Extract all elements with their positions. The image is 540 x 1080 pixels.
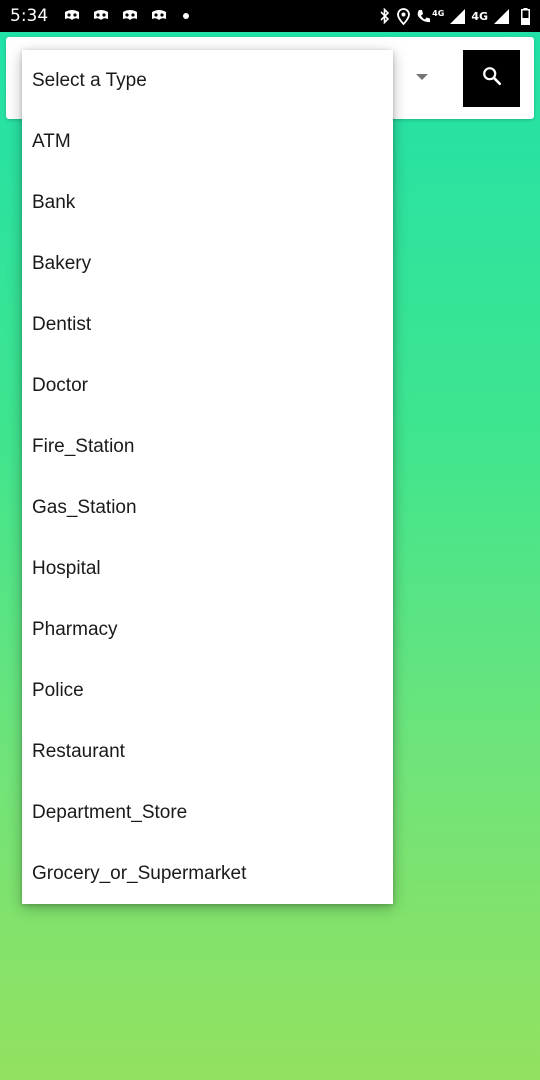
status-time: 5:34 [10, 6, 49, 26]
dropdown-item-department-store[interactable]: Department_Store [22, 782, 393, 843]
dropdown-item-restaurant[interactable]: Restaurant [22, 721, 393, 782]
type-dropdown-menu: Select a Type ATM Bank Bakery Dentist Do… [22, 50, 393, 904]
signal-icon [494, 8, 509, 24]
dropdown-item-label: Bakery [32, 252, 92, 274]
dropdown-item-doctor[interactable]: Doctor [22, 355, 393, 416]
dropdown-item-label: Dentist [32, 313, 92, 335]
dropdown-item-label: Bank [32, 191, 76, 213]
battery-icon [521, 7, 530, 25]
network-label: 4G [432, 8, 445, 18]
dropdown-item-select-a-type[interactable]: Select a Type [22, 50, 393, 111]
dropdown-item-dentist[interactable]: Dentist [22, 294, 393, 355]
notification-app-icon [150, 9, 168, 23]
dropdown-item-label: ATM [32, 130, 71, 152]
volte-call-icon: 4G [416, 9, 444, 24]
dropdown-item-label: Grocery_or_Supermarket [32, 862, 247, 884]
notification-app-icon [121, 9, 139, 23]
dropdown-item-fire-station[interactable]: Fire_Station [22, 416, 393, 477]
dropdown-item-police[interactable]: Police [22, 660, 393, 721]
dropdown-item-label: Hospital [32, 557, 101, 579]
search-button[interactable] [463, 50, 520, 107]
location-icon [397, 7, 411, 25]
dropdown-item-hospital[interactable]: Hospital [22, 538, 393, 599]
notification-app-icon [92, 9, 110, 23]
dropdown-item-label: Department_Store [32, 801, 188, 823]
dropdown-item-gas-station[interactable]: Gas_Station [22, 477, 393, 538]
status-bar: 5:34 4G 4G [0, 0, 540, 32]
dropdown-item-bank[interactable]: Bank [22, 172, 393, 233]
dropdown-item-label: Select a Type [32, 69, 147, 91]
dropdown-item-bakery[interactable]: Bakery [22, 233, 393, 294]
bluetooth-icon [379, 8, 391, 24]
status-right: 4G 4G [379, 7, 530, 25]
dropdown-item-label: Police [32, 679, 84, 701]
dropdown-item-label: Restaurant [32, 740, 125, 762]
notification-app-icon [63, 9, 81, 23]
status-left: 5:34 [10, 6, 190, 26]
dropdown-item-label: Doctor [32, 374, 88, 396]
dropdown-item-label: Fire_Station [32, 435, 135, 457]
dropdown-arrow-icon[interactable] [416, 74, 428, 80]
dropdown-item-atm[interactable]: ATM [22, 111, 393, 172]
network-label: 4G [471, 9, 488, 23]
dropdown-item-label: Gas_Station [32, 496, 137, 518]
search-icon [481, 65, 503, 92]
signal-icon [450, 8, 466, 24]
dropdown-item-label: Pharmacy [32, 618, 118, 640]
dropdown-item-grocery-or-supermarket[interactable]: Grocery_or_Supermarket [22, 843, 393, 904]
dropdown-item-pharmacy[interactable]: Pharmacy [22, 599, 393, 660]
more-notifications-dot [183, 13, 190, 19]
